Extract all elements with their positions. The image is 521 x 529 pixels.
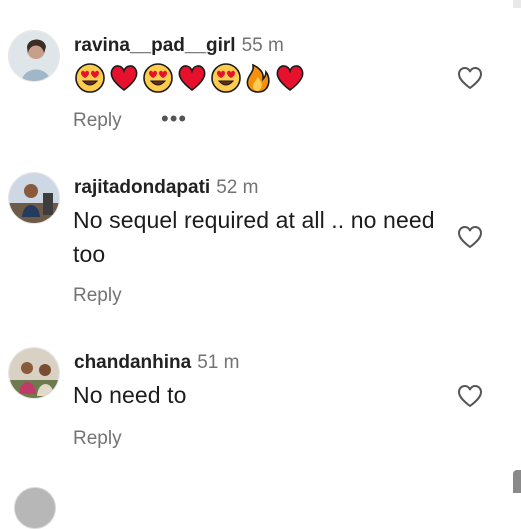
more-options-icon[interactable]: ••• [161,108,187,130]
heart-eyes-emoji-icon [143,63,173,93]
comment-emoji-text [74,62,306,94]
username-text[interactable]: rajitadondapati [74,177,210,198]
avatar[interactable] [8,30,60,82]
avatar[interactable] [14,487,56,529]
comment: rajitadondapati 52 m No sequel required a… [0,150,510,320]
comment-username[interactable]: ravina__pad__girl 55 m [74,35,284,57]
avatar[interactable] [8,347,60,399]
reply-button[interactable]: Reply [73,285,122,307]
heart-outline-icon[interactable] [457,384,483,408]
username-text[interactable]: ravina__pad__girl [74,35,236,56]
comment-text: No sequel required at all .. no need too [73,207,435,267]
comment-timestamp: 55 m [241,35,284,56]
comment: ravina__pad__girl 55 m Reply ••• [0,0,510,150]
heart-eyes-emoji-icon [75,63,105,93]
comment-username[interactable]: rajitadondapati 52 m [74,177,258,199]
heart-outline-icon[interactable] [457,66,483,90]
heart-outline-icon[interactable] [457,225,483,249]
reply-button[interactable]: Reply [73,428,122,450]
heart-eyes-emoji-icon [211,63,241,93]
comment-timestamp: 51 m [197,352,240,373]
comment-text: No need to [73,382,187,408]
comment-username[interactable]: chandanhina 51 m [74,352,239,374]
username-text[interactable]: chandanhina [74,352,191,373]
fire-emoji-icon [246,63,270,93]
red-heart-emoji-icon [110,65,138,92]
scrollbar-thumb[interactable] [513,470,521,493]
comment: chandanhina 51 m No need to Reply [0,320,510,470]
comment-timestamp: 52 m [216,177,259,198]
reply-button[interactable]: Reply [73,110,122,132]
avatar[interactable] [8,172,60,224]
red-heart-emoji-icon [178,65,206,92]
scrollbar-track [513,0,521,8]
red-heart-emoji-icon [276,65,304,92]
